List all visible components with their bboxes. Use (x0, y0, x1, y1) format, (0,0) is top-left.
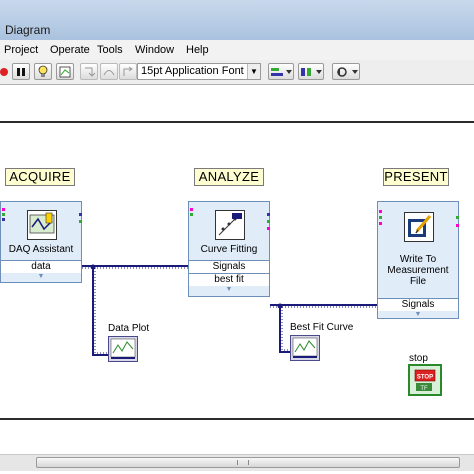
toolbar: 15pt Application Font ▼ (0, 60, 474, 85)
step-into-icon (85, 67, 95, 77)
font-select[interactable]: 15pt Application Font ▼ (137, 63, 261, 80)
curve-fitting-icon (215, 210, 245, 240)
step-out-icon (123, 66, 133, 76)
menu-help[interactable]: Help (186, 44, 209, 56)
stop-button-terminal[interactable]: STOP TF (408, 364, 442, 396)
stop-icon-text: STOP (417, 375, 433, 381)
pause-button[interactable] (12, 63, 30, 80)
window-title: Diagram (5, 23, 51, 37)
lightbulb-icon (38, 65, 48, 77)
write-file-name-line3: File (409, 276, 427, 287)
chevron-down-icon: ▼ (247, 64, 260, 79)
daq-assistant-vi[interactable]: DAQ Assistant data ▼ (0, 201, 82, 283)
distribute-objects-button[interactable] (298, 63, 324, 80)
write-measurement-file-vi[interactable]: Write To Measurement File Signals ▼ (377, 201, 459, 319)
write-file-name: Write To Measurement File (378, 254, 458, 287)
menu-bar: Project Operate Tools Window Help (0, 40, 474, 61)
highlight-execution-button[interactable] (34, 63, 52, 80)
wire-junction (277, 303, 283, 309)
section-label-analyze: ANALYZE (194, 168, 264, 186)
data-plot-graph-icon[interactable] (108, 336, 138, 362)
step-into-button[interactable] (80, 63, 98, 80)
reorder-button[interactable] (332, 63, 360, 80)
pause-icon (17, 67, 25, 76)
step-over-button[interactable] (100, 63, 118, 80)
step-out-button[interactable] (119, 63, 137, 80)
upper-whitespace (0, 85, 474, 121)
menu-project[interactable]: Project (4, 44, 38, 56)
scrollbar-thumb[interactable] (36, 457, 460, 468)
grip-icon (237, 460, 249, 465)
stop-tf-text: TF (420, 386, 428, 392)
write-file-name-line1: Write To (399, 254, 437, 265)
curve-port-best-fit[interactable]: best fit (189, 273, 269, 286)
data-plot-label: Data Plot (108, 323, 150, 334)
expand-arrow-icon[interactable]: ▼ (378, 311, 458, 319)
menu-operate[interactable]: Operate (50, 44, 90, 56)
daq-assistant-name: DAQ Assistant (8, 244, 74, 255)
retain-wire-values-button[interactable] (56, 63, 74, 80)
section-label-acquire: ACQUIRE (5, 168, 75, 186)
stop-label: stop (409, 353, 428, 364)
best-fit-curve-graph-icon[interactable] (290, 335, 320, 361)
font-select-value: 15pt Application Font (141, 65, 244, 77)
write-file-name-line2: Measurement (387, 265, 449, 276)
align-objects-button[interactable] (268, 63, 294, 80)
stop-icon: STOP TF (414, 369, 436, 392)
menu-window[interactable]: Window (135, 44, 174, 56)
curve-port-signals[interactable]: Signals (189, 260, 269, 273)
menu-tools[interactable]: Tools (97, 44, 123, 56)
write-port-signals[interactable]: Signals (378, 298, 458, 311)
step-over-icon (103, 69, 115, 75)
lower-whitespace (0, 420, 474, 454)
best-fit-curve-label: Best Fit Curve (290, 322, 354, 333)
daq-assistant-icon (27, 210, 57, 240)
distribute-objects-icon (301, 67, 322, 76)
probe-icon (59, 66, 71, 77)
window-titlebar: Diagram (0, 0, 474, 40)
align-objects-icon (271, 67, 292, 76)
expand-arrow-icon[interactable]: ▼ (189, 286, 269, 294)
expand-arrow-icon[interactable]: ▼ (1, 273, 81, 281)
section-label-present: PRESENT (383, 168, 449, 186)
wire-junction (90, 264, 96, 270)
daq-port-data[interactable]: data (1, 260, 81, 273)
horizontal-scrollbar[interactable] (0, 454, 474, 471)
block-diagram: ACQUIRE ANALYZE PRESENT DAQ Assistant da… (0, 121, 474, 420)
reorder-icon (337, 66, 358, 77)
curve-fitting-vi[interactable]: Curve Fitting Signals best fit ▼ (188, 201, 270, 297)
curve-fitting-name: Curve Fitting (200, 244, 258, 255)
write-file-icon (404, 212, 434, 242)
abort-icon[interactable] (0, 63, 10, 80)
